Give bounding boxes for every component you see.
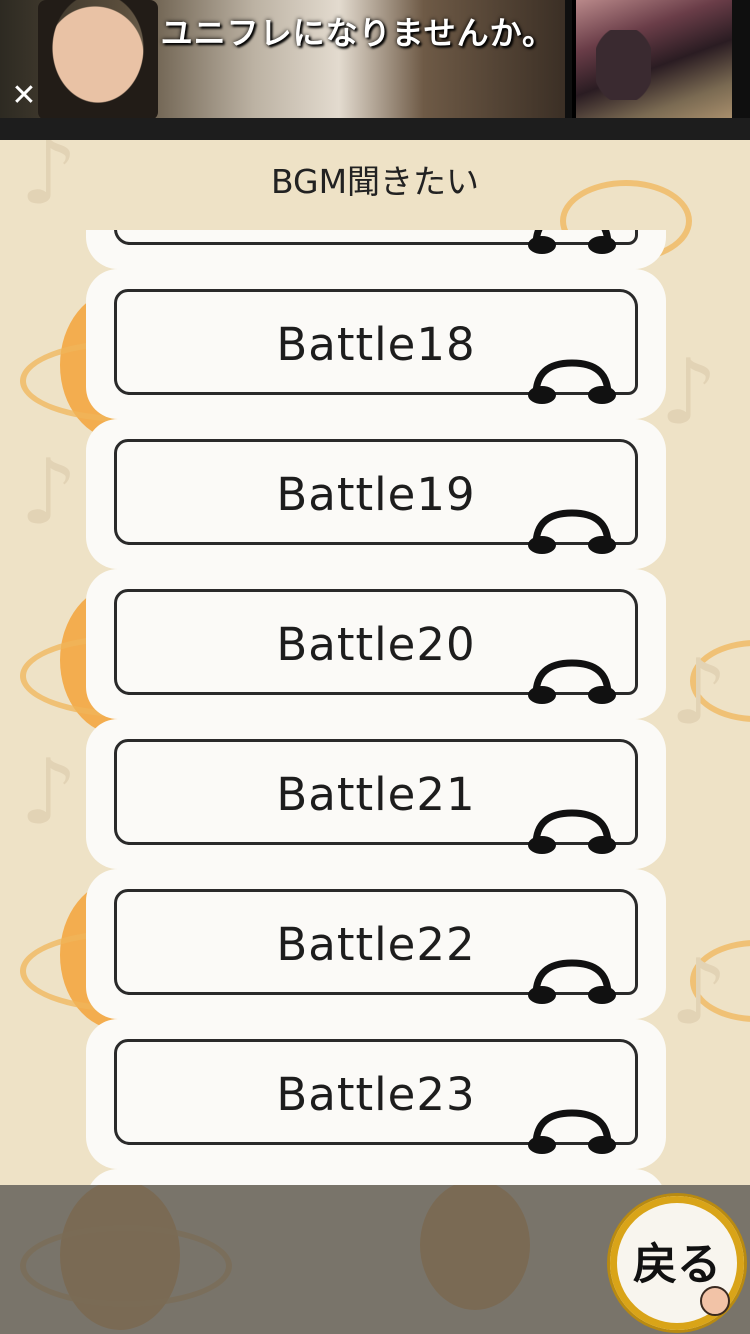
list-item[interactable]: Battle22 bbox=[92, 875, 660, 1013]
list-item[interactable]: Battle19 bbox=[92, 425, 660, 563]
headphones-icon bbox=[528, 809, 616, 854]
page-title: BGM聞きたい bbox=[270, 162, 480, 201]
ad-divider bbox=[0, 118, 750, 140]
list-item[interactable]: Battle21 bbox=[92, 725, 660, 863]
ad-game-thumbnail bbox=[572, 0, 732, 118]
headphones-icon bbox=[528, 1109, 616, 1154]
close-icon[interactable]: ✕ bbox=[8, 80, 40, 112]
ad-headline: ユニフレになりませんか。 bbox=[160, 14, 555, 52]
back-button[interactable]: 戻る bbox=[610, 1196, 744, 1330]
list-item[interactable]: Battle18 bbox=[92, 275, 660, 413]
headphones-icon bbox=[528, 230, 616, 254]
headphones-icon bbox=[528, 359, 616, 404]
headphones-icon bbox=[528, 509, 616, 554]
ad-banner[interactable]: ユニフレになりませんか。 ✕ bbox=[0, 0, 750, 120]
back-button-label: 戻る bbox=[633, 1239, 721, 1290]
list-item[interactable]: Battle20 bbox=[92, 575, 660, 713]
track-list[interactable]: Battle18 Battle19 Battle20 Battle21 Batt… bbox=[0, 230, 750, 1185]
headphones-icon bbox=[528, 659, 616, 704]
headphones-icon bbox=[528, 959, 616, 1004]
list-item-partial[interactable] bbox=[92, 1175, 660, 1185]
mascot-icon bbox=[700, 1286, 730, 1316]
list-item-partial[interactable] bbox=[92, 230, 660, 263]
list-item[interactable]: Battle23 bbox=[92, 1025, 660, 1163]
